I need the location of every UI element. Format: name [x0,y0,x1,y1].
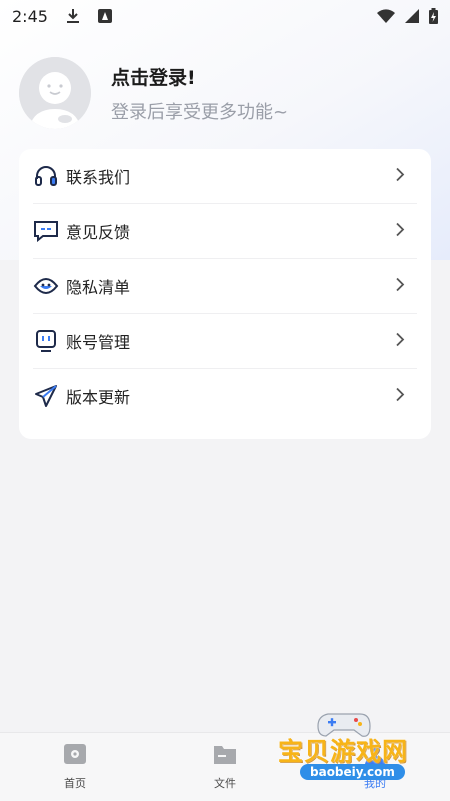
download-icon [66,8,80,24]
avatar[interactable] [19,57,91,129]
menu-item-account[interactable]: 账号管理 [33,314,417,369]
menu-item-update[interactable]: 版本更新 [33,369,417,423]
chevron-right-icon [395,222,405,241]
login-title[interactable]: 点击登录! [111,63,288,90]
app-notification-icon [97,9,112,23]
menu-item-feedback[interactable]: 意见反馈 [33,204,417,259]
headset-icon [33,163,59,189]
menu-item-privacy[interactable]: 隐私清单 [33,259,417,314]
account-icon [33,328,59,354]
chevron-right-icon [395,387,405,406]
status-time: 2:45 [12,6,48,26]
send-icon [33,383,59,409]
chevron-right-icon [395,167,405,186]
menu-label-update: 版本更新 [66,388,131,407]
watermark-text: 宝贝游戏网 [278,737,409,766]
status-bar: 2:45 [0,0,450,32]
profile-header[interactable]: 点击登录! 登录后享受更多功能~ [19,57,431,129]
menu-label-contact: 联系我们 [66,168,131,187]
menu-label-feedback: 意见反馈 [66,223,131,242]
login-subtitle: 登录后享受更多功能~ [111,101,289,123]
home-icon [63,743,87,769]
menu-label-account: 账号管理 [66,333,131,352]
signal-icon [405,9,419,23]
folder-icon [213,743,237,769]
watermark-domain: baobeiy.com [300,764,405,780]
menu-label-privacy: 隐私清单 [66,278,131,297]
tab-label-home: 首页 [64,777,86,790]
chevron-right-icon [395,332,405,351]
chevron-right-icon [395,277,405,296]
watermark-logo: 宝贝游戏网 baobeiy.com [268,708,448,798]
profile-text: 点击登录! 登录后享受更多功能~ [111,63,288,124]
tab-home[interactable]: 首页 [0,733,150,801]
feedback-icon [33,218,59,244]
menu-card: 联系我们 意见反馈 隐私清单 账号管理 版本更新 [19,149,431,439]
tab-label-files: 文件 [214,777,236,790]
battery-icon [429,8,438,24]
privacy-icon [33,273,59,299]
wifi-icon [377,9,395,23]
menu-item-contact[interactable]: 联系我们 [33,149,417,204]
